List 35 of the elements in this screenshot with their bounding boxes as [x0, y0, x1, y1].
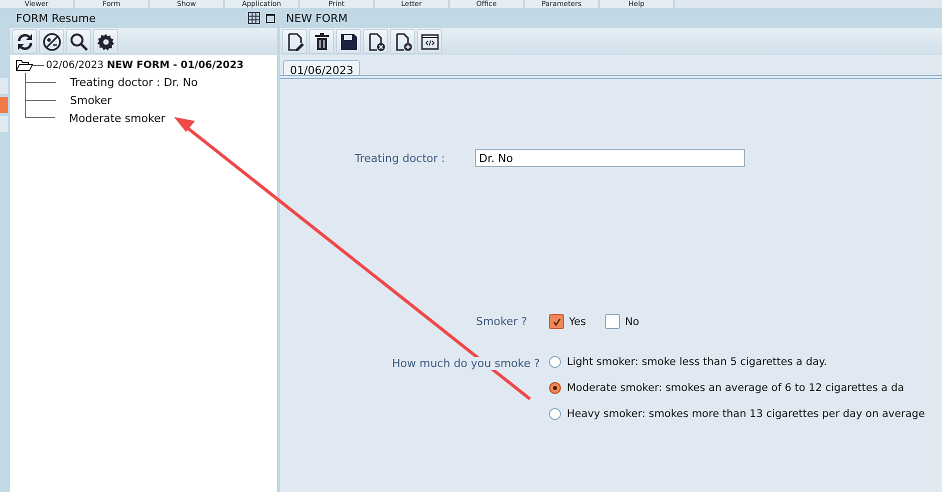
close-document-button[interactable] — [363, 29, 388, 54]
checkbox[interactable] — [549, 314, 564, 329]
settings-button[interactable] — [93, 29, 118, 54]
tree-item[interactable]: Moderate smoker — [69, 112, 166, 124]
tree-item[interactable]: Smoker — [70, 94, 112, 106]
checkbox-label: No — [624, 316, 640, 328]
field-label: How much do you smoke ? — [390, 357, 540, 370]
checkbox-label: Yes — [569, 316, 586, 328]
radio-label: Light smoker: smoke less than 5 cigarettes a day. — [566, 356, 827, 368]
radio-label: Moderate smoker: smokes an average of 6 to 12 cigarettes a da — [566, 382, 904, 394]
field-label: Smoker ? — [474, 315, 527, 328]
delete-button[interactable] — [309, 29, 334, 54]
radio-button[interactable] — [548, 356, 561, 368]
text-field[interactable]: Dr. No — [475, 149, 745, 167]
save-button[interactable] — [336, 29, 361, 54]
new-document-button[interactable] — [390, 29, 415, 54]
search-button[interactable] — [66, 29, 91, 54]
refresh-button[interactable] — [12, 29, 37, 54]
grid-icon[interactable] — [248, 12, 260, 24]
maximize-icon[interactable] — [266, 14, 275, 22]
tree-item[interactable]: 02/06/2023 NEW FORM - 01/06/2023 — [46, 60, 244, 71]
panel-title: FORM Resume — [16, 12, 97, 24]
panel-title: NEW FORM — [286, 12, 349, 24]
tree-item[interactable]: Treating doctor : Dr. No — [70, 76, 198, 88]
open-folder-icon[interactable] — [16, 60, 34, 71]
source-code-button[interactable] — [417, 29, 442, 54]
tab[interactable]: 01/06/2023 — [283, 60, 360, 75]
radio-button[interactable] — [548, 408, 561, 420]
checkmark-icon — [552, 316, 562, 326]
edit-document-button[interactable] — [282, 29, 307, 54]
radio-button[interactable] — [548, 382, 561, 394]
checkbox[interactable] — [604, 314, 620, 329]
field-label: Treating doctor : — [354, 152, 445, 164]
filter-off-button[interactable] — [39, 29, 64, 54]
radio-label: Heavy smoker: smokes more than 13 cigarettes per day on average — [566, 408, 925, 420]
